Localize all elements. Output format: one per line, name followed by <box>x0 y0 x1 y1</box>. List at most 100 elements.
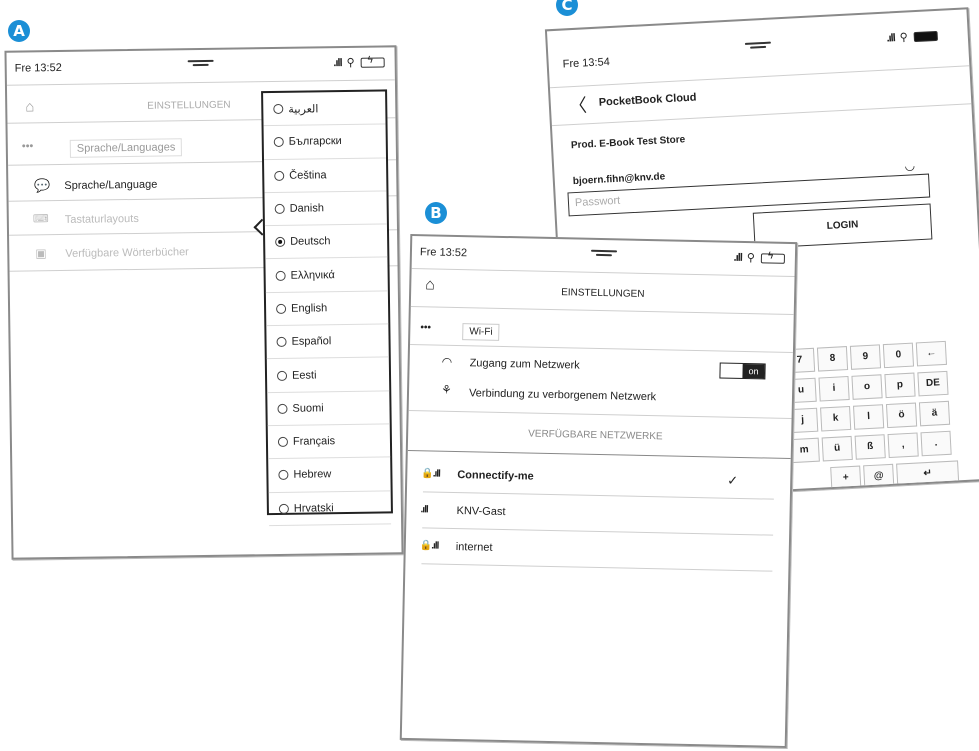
wifi-icon: ◠ <box>441 354 453 369</box>
keyboard-key[interactable]: k <box>820 405 852 432</box>
network-row[interactable]: 🔒.ıll internet <box>405 530 789 572</box>
keyboard-key[interactable]: m <box>788 437 820 464</box>
network-name: internet <box>455 541 493 554</box>
location-icon: ⚲ <box>746 252 757 265</box>
wifi-access-label: Zugang zum Netzwerk <box>469 357 580 372</box>
language-option[interactable]: Danish <box>264 191 387 227</box>
radio-icon <box>274 203 285 215</box>
language-option[interactable]: Suomi <box>267 391 390 427</box>
radio-icon <box>276 370 288 381</box>
battery-charging-icon: ϟ <box>760 250 786 264</box>
email-field[interactable]: bjoern.fihn@knv.de <box>573 171 666 187</box>
signal-icon: .ıll <box>886 31 896 45</box>
hidden-network-icon: ⚘ <box>440 382 452 397</box>
status-time: Fre 13:54 <box>562 56 611 71</box>
screen-wifi-settings: Fre 13:52 .ıll ⚲ ϟ ⌂ EINSTELLUNGEN ••• W… <box>399 234 798 748</box>
radio-icon <box>276 303 287 314</box>
radio-icon <box>274 170 285 181</box>
radio-icon <box>273 104 284 115</box>
keyboard-key[interactable]: + <box>830 465 862 492</box>
location-icon: ⚲ <box>346 56 356 69</box>
screen-language-settings: Fre 13:52 .ıll ⚲ ϟ ⌂ EINSTELLUNGEN ••• S… <box>4 45 404 560</box>
breadcrumb-more[interactable]: ••• <box>420 322 431 333</box>
store-name: Prod. E-Book Test Store <box>570 134 686 152</box>
keyboard-key[interactable]: ä <box>918 400 951 427</box>
back-arrow-icon[interactable]: 〈 <box>568 91 587 118</box>
badge-c: C <box>556 0 578 16</box>
language-option[interactable]: Ελληνικά <box>265 257 388 293</box>
network-row[interactable]: 🔒.ıll Connectify-me ✓ <box>407 458 791 500</box>
keyboard-key[interactable]: p <box>884 372 916 399</box>
menu-item-language[interactable]: Sprache/Language <box>64 179 157 192</box>
dictionary-icon: ▣ <box>35 246 47 261</box>
network-row[interactable]: .ıll KNV-Gast <box>406 494 790 536</box>
pull-down-handle[interactable] <box>188 60 214 68</box>
pull-down-handle[interactable] <box>590 250 616 259</box>
wifi-toggle[interactable]: on <box>719 362 766 380</box>
keyboard-key[interactable]: DE <box>917 370 949 397</box>
keyboard-key[interactable]: @ <box>863 463 895 490</box>
badge-b: B <box>425 202 447 224</box>
keyboard-key[interactable]: 8 <box>816 346 849 372</box>
connected-check-icon: ✓ <box>727 472 739 488</box>
hidden-network-item[interactable]: Verbindung zu verborgenem Netzwerk <box>469 387 656 403</box>
language-label: Español <box>291 335 332 348</box>
radio-icon <box>276 337 287 348</box>
badge-a: A <box>8 20 30 42</box>
home-icon[interactable]: ⌂ <box>425 276 435 294</box>
language-label: Hrvatski <box>293 501 334 515</box>
language-option[interactable]: English <box>265 291 389 327</box>
signal-icon: .ıll <box>333 56 342 69</box>
keyboard-key[interactable]: ß <box>854 434 886 460</box>
status-time: Fre 13:52 <box>14 61 62 75</box>
status-bar: Fre 13:52 .ıll ⚲ ϟ <box>6 47 394 82</box>
language-option[interactable]: Čeština <box>264 158 387 194</box>
keyboard-key[interactable]: 9 <box>849 344 882 370</box>
menu-item-keyboard-layouts[interactable]: Tastaturlayouts <box>65 213 139 226</box>
radio-icon <box>275 237 286 248</box>
keyboard-key[interactable]: ö <box>885 402 918 429</box>
status-bar: Fre 13:54 .ıll ⚲ <box>547 9 968 71</box>
keyboard-key[interactable]: ↵ <box>896 460 960 488</box>
language-label: Eesti <box>291 368 317 382</box>
keyboard-key[interactable]: l <box>853 404 885 430</box>
breadcrumb-current[interactable]: Wi-Fi <box>462 323 500 341</box>
language-label: Danish <box>289 202 325 215</box>
battery-charging-icon: ϟ <box>360 54 385 68</box>
breadcrumb-more[interactable]: ••• <box>22 140 34 152</box>
language-label: Suomi <box>292 402 324 415</box>
network-name: KNV-Gast <box>456 505 506 519</box>
keyboard-key[interactable]: , <box>887 432 919 459</box>
language-option[interactable]: Español <box>266 324 389 360</box>
language-option[interactable]: Hrvatski <box>268 490 392 526</box>
keyboard-key[interactable]: 0 <box>882 342 915 369</box>
language-option[interactable]: Hebrew <box>268 457 391 493</box>
keyboard-key[interactable]: o <box>851 374 883 400</box>
language-option[interactable]: العربية <box>263 91 386 127</box>
wifi-signal-icon: .ıll <box>420 504 428 516</box>
language-option[interactable]: Eesti <box>266 357 390 393</box>
language-option[interactable]: Deutsch <box>264 224 388 260</box>
language-option[interactable]: Български <box>263 124 387 160</box>
language-label: Hebrew <box>293 468 332 482</box>
keyboard-key[interactable]: i <box>818 376 850 402</box>
language-label: Français <box>292 435 336 448</box>
secured-wifi-signal-icon: 🔒.ıll <box>419 540 439 552</box>
language-dropdown[interactable]: العربية Български Čeština Danish Deutsch Ελλη… <box>261 89 393 526</box>
menu-item-dictionaries[interactable]: Verfügbare Wörterbücher <box>65 246 189 260</box>
language-label: Deutsch <box>290 235 331 249</box>
pull-down-handle[interactable] <box>745 42 771 51</box>
header-title: EINSTELLUNGEN <box>147 99 231 112</box>
keyboard-key[interactable]: ← <box>915 340 947 367</box>
language-label: English <box>291 302 328 315</box>
radio-icon <box>278 503 289 514</box>
breadcrumb-current[interactable]: Sprache/Languages <box>69 138 183 158</box>
radio-icon <box>277 436 289 448</box>
page-title: PocketBook Cloud <box>598 91 697 109</box>
keyboard-key[interactable]: ü <box>821 435 853 462</box>
keyboard-key[interactable]: . <box>920 430 952 457</box>
radio-icon <box>273 137 284 148</box>
language-option[interactable]: Français <box>267 424 391 460</box>
home-icon[interactable]: ⌂ <box>25 98 34 115</box>
show-password-eye-icon[interactable]: ◡ <box>904 158 915 173</box>
